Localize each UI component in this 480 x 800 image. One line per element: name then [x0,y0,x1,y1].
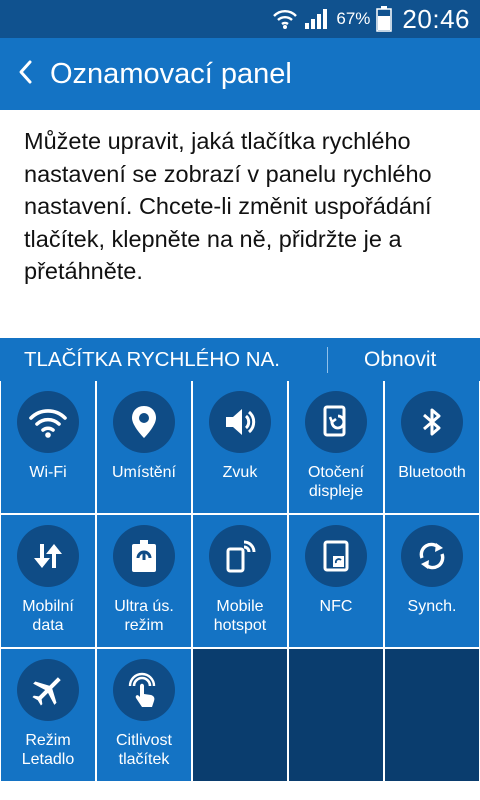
airplane-icon [17,659,79,721]
page-title: Oznamovací panel [50,57,292,90]
touch-sensitivity-icon [113,659,175,721]
tile-label: Citlivost tlačítek [115,732,172,768]
tile-label: Wi-Fi [29,464,67,481]
quick-settings-grid: Wi-Fi Umístění Zvuk Otočení displeje Blu… [0,381,480,781]
cell-signal-icon [304,7,328,31]
location-pin-icon [113,391,175,453]
tile-wifi[interactable]: Wi-Fi [1,381,95,513]
screen-rotation-icon [305,391,367,453]
tile-label: Zvuk [222,464,258,481]
description-text: Můžete upravit, jaká tlačítka rychlého n… [24,128,432,284]
tile-label: Mobile hotspot [213,598,267,634]
tile-location[interactable]: Umístění [97,381,191,513]
tile-label: Otočení displeje [307,464,365,500]
tile-nfc[interactable]: NFC [289,515,383,647]
chevron-left-icon [17,59,33,90]
bluetooth-icon [401,391,463,453]
power-saving-icon [113,525,175,587]
empty-slot [385,649,479,781]
bottom-spacer [0,781,480,800]
empty-slot [193,649,287,781]
tile-hotspot[interactable]: Mobile hotspot [193,515,287,647]
tile-power-saving[interactable]: Ultra ús. režim [97,515,191,647]
tile-label: Synch. [407,598,457,615]
tile-label: Režim Letadlo [21,732,75,768]
empty-slot [289,649,383,781]
sync-icon [401,525,463,587]
tile-label: Bluetooth [398,464,466,481]
quick-settings-header: TLAČÍTKA RYCHLÉHO NA. Obnovit [0,338,480,381]
nfc-icon [305,525,367,587]
tile-touch-sensitivity[interactable]: Citlivost tlačítek [97,649,191,781]
tile-label: NFC [319,598,353,615]
speaker-icon [209,391,271,453]
battery-icon [376,6,393,32]
status-bar: 67% 20:46 [0,0,480,38]
battery-percent: 67% [336,9,371,28]
wifi-signal-icon [272,7,298,31]
hotspot-icon [209,525,271,587]
tile-bluetooth[interactable]: Bluetooth [385,381,479,513]
tile-label: Mobilní data [22,598,74,634]
wifi-icon [17,391,79,453]
tile-screen-rotation[interactable]: Otočení displeje [289,381,383,513]
mobile-data-icon [17,525,79,587]
header-divider [327,346,328,373]
tile-mobile-data[interactable]: Mobilní data [1,515,95,647]
tile-sync[interactable]: Synch. [385,515,479,647]
tile-label: Umístění [111,464,176,481]
reset-button[interactable]: Obnovit [364,348,436,372]
tile-sound[interactable]: Zvuk [193,381,287,513]
back-button[interactable] [2,38,48,110]
tile-label: Ultra ús. režim [114,598,174,634]
section-title: TLAČÍTKA RYCHLÉHO NA. [24,347,280,371]
tile-airplane-mode[interactable]: Režim Letadlo [1,649,95,781]
clock: 20:46 [402,3,470,34]
action-bar: Oznamovací panel [0,38,480,110]
